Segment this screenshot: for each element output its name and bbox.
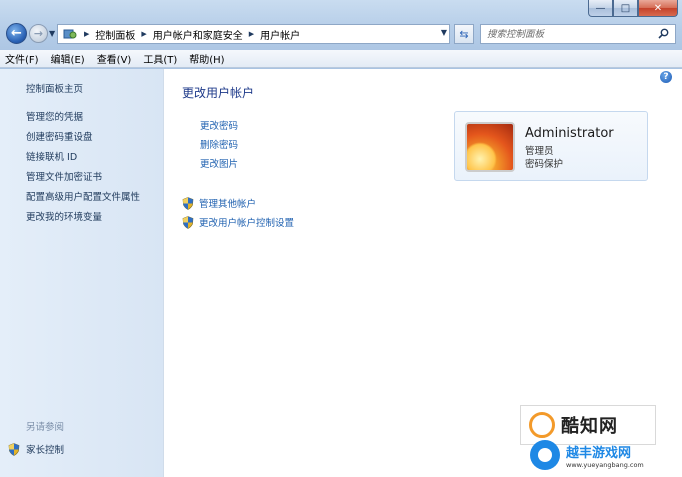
user-avatar[interactable]	[465, 122, 515, 172]
sidebar-link-online-id[interactable]: 链接联机 ID	[26, 149, 77, 163]
user-password-status: 密码保护	[525, 159, 564, 170]
navigation-bar: ← → ▼ ▶ 控制面板 ▶ 用户帐户和家庭安全 ▶ 用户帐户 ▼ ⇆	[0, 20, 682, 48]
change-password-link[interactable]: 更改密码	[200, 118, 238, 132]
address-bar[interactable]: ▶ 控制面板 ▶ 用户帐户和家庭安全 ▶ 用户帐户 ▼	[57, 24, 450, 44]
sidebar-manage-encryption-certs[interactable]: 管理文件加密证书	[26, 169, 102, 183]
back-arrow-icon: ←	[11, 26, 22, 41]
watermark-text: 越丰游戏网	[566, 445, 632, 461]
parental-controls-label: 家长控制	[26, 445, 65, 456]
sidebar-manage-credentials[interactable]: 管理您的凭据	[26, 109, 83, 123]
manage-other-accounts-label: 管理其他帐户	[199, 199, 257, 210]
breadcrumb-separator-icon: ▶	[248, 30, 255, 38]
recent-pages-dropdown-icon[interactable]: ▼	[49, 29, 55, 38]
caption-buttons: — □ ✕	[588, 0, 678, 17]
user-role: 管理员	[525, 146, 554, 157]
see-also-heading: 另请参阅	[26, 422, 65, 433]
sidebar-create-reset-disk[interactable]: 创建密码重设盘	[26, 129, 93, 143]
breadcrumb-separator-icon: ▶	[141, 30, 147, 38]
close-button[interactable]: ✕	[638, 0, 678, 17]
menu-view[interactable]: 查看(V)	[97, 51, 132, 66]
menu-help[interactable]: 帮助(H)	[189, 51, 224, 66]
control-panel-icon	[62, 27, 78, 41]
menu-bar: 文件(F) 编辑(E) 查看(V) 工具(T) 帮助(H)	[0, 50, 682, 68]
breadcrumb-separator-icon: ▶	[84, 30, 90, 38]
change-uac-settings-label: 更改用户帐户控制设置	[199, 218, 295, 229]
remove-password-link[interactable]: 删除密码	[200, 137, 238, 151]
sidebar-advanced-profile-properties[interactable]: 配置高级用户配置文件属性	[26, 189, 140, 203]
menu-file[interactable]: 文件(F)	[5, 51, 39, 66]
refresh-icon: ⇆	[459, 27, 469, 41]
refresh-button[interactable]: ⇆	[454, 24, 474, 44]
breadcrumb-user-accounts-family[interactable]: 用户帐户和家庭安全	[153, 27, 243, 42]
forward-button[interactable]: →	[29, 24, 48, 43]
minimize-button[interactable]: —	[588, 0, 613, 17]
back-button[interactable]: ←	[6, 23, 27, 44]
search-input[interactable]	[487, 28, 647, 40]
uac-shield-icon	[182, 215, 194, 229]
forward-arrow-icon: →	[33, 27, 44, 40]
uac-shield-icon	[8, 442, 20, 456]
watermark-yuefeng: 越丰游戏网 www.yueyangbang.com	[530, 434, 680, 476]
page-title: 更改用户帐户	[182, 86, 255, 100]
address-dropdown-icon[interactable]: ▼	[441, 28, 447, 37]
search-icon[interactable]	[658, 28, 669, 42]
change-picture-link[interactable]: 更改图片	[200, 156, 238, 170]
watermark-url: www.yueyangbang.com	[566, 460, 644, 469]
change-uac-settings-link[interactable]: 更改用户帐户控制设置	[182, 215, 294, 229]
watermark-logo-icon	[530, 440, 560, 470]
user-account-tile: Administrator 管理员 密码保护	[454, 111, 648, 181]
breadcrumb-user-accounts[interactable]: 用户帐户	[260, 27, 300, 42]
help-icon[interactable]: ?	[660, 71, 672, 83]
user-name: Administrator	[525, 126, 614, 141]
task-sidebar: 控制面板主页 管理您的凭据 创建密码重设盘 链接联机 ID 管理文件加密证书 配…	[0, 69, 164, 477]
search-box[interactable]	[480, 24, 676, 44]
menu-tools[interactable]: 工具(T)	[143, 51, 177, 66]
menu-edit[interactable]: 编辑(E)	[51, 51, 85, 66]
sidebar-item-parental-controls[interactable]: 家长控制	[8, 442, 64, 456]
maximize-button[interactable]: □	[613, 0, 638, 17]
uac-shield-icon	[182, 196, 194, 210]
manage-other-accounts-link[interactable]: 管理其他帐户	[182, 196, 256, 210]
watermark-text-group: 越丰游戏网 www.yueyangbang.com	[566, 442, 644, 469]
content-area: 控制面板主页 管理您的凭据 创建密码重设盘 链接联机 ID 管理文件加密证书 配…	[0, 69, 682, 477]
sidebar-control-panel-home[interactable]: 控制面板主页	[26, 81, 83, 95]
sidebar-change-environment-variables[interactable]: 更改我的环境变量	[26, 209, 102, 223]
explorer-window: — □ ✕ ← → ▼ ▶ 控制面板 ▶ 用户帐户和家庭安全 ▶ 用户帐户 ▼ …	[0, 0, 682, 477]
breadcrumb-control-panel[interactable]: 控制面板	[95, 27, 135, 42]
